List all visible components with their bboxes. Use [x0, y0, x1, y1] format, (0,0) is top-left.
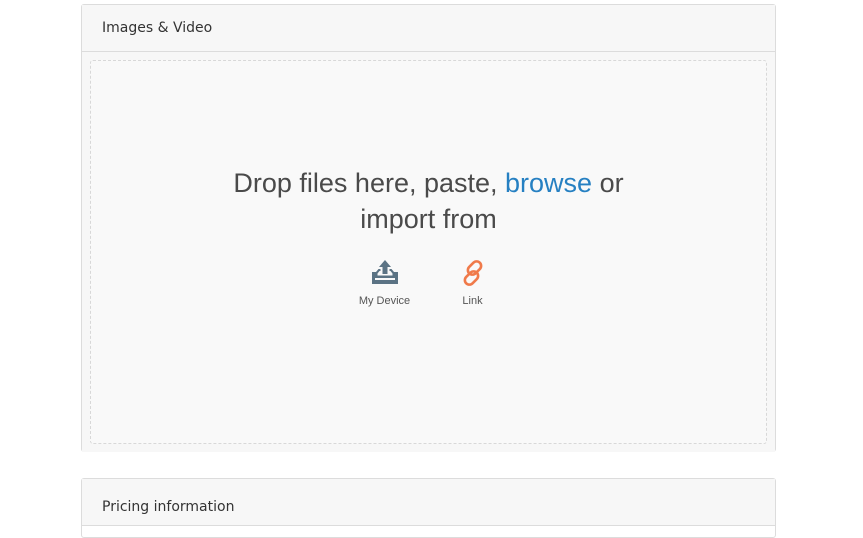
- pricing-panel: Pricing information: [81, 478, 776, 538]
- my-device-label: My Device: [358, 295, 411, 307]
- import-sources: My Device Link: [91, 257, 766, 307]
- pricing-header: Pricing information: [82, 479, 775, 526]
- drop-instructions: Drop files here, paste, browse or import…: [91, 165, 766, 237]
- images-video-panel: Images & Video Drop files here, paste, b…: [81, 4, 776, 452]
- upload-tray-icon: [371, 260, 398, 284]
- images-video-title: Images & Video: [102, 20, 213, 36]
- link-button[interactable]: Link: [444, 257, 502, 307]
- link-label: Link: [462, 295, 483, 307]
- browse-link[interactable]: browse: [505, 168, 592, 198]
- drop-text-suffix: or: [592, 168, 624, 198]
- pricing-title: Pricing information: [102, 499, 235, 515]
- link-icon: [463, 260, 482, 286]
- images-video-body: Drop files here, paste, browse or import…: [82, 52, 775, 452]
- file-dropzone[interactable]: Drop files here, paste, browse or import…: [90, 60, 767, 444]
- my-device-button[interactable]: My Device: [356, 257, 414, 307]
- import-from-text: import from: [360, 204, 497, 234]
- drop-text-prefix: Drop files here, paste,: [233, 168, 506, 198]
- images-video-header: Images & Video: [82, 5, 775, 52]
